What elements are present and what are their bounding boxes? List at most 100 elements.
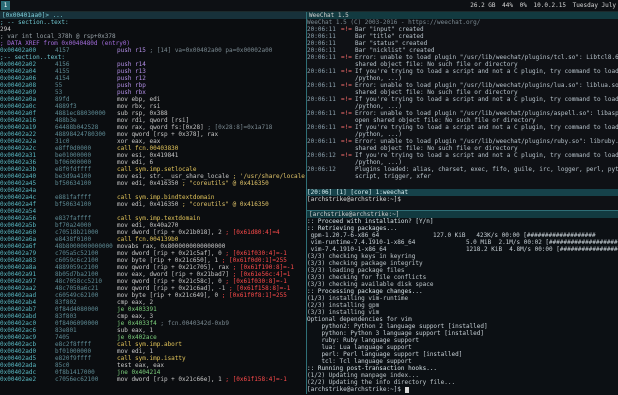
disasm-row[interactable]: 0x00402a19 64488b042528 mov rax, qword fs:… [0,124,306,131]
disasm-row[interactable]: 0x00402a5b bf70a24000 mov edi, 0x40a270 [0,222,306,229]
disasm-address: 0x00402a16 [0,117,37,124]
terminal-line: (1/3) installing vim-runtime [307,295,409,302]
disasm-row[interactable]: 0x00402a56 e837faffff call sym.imp.textdom… [0,215,306,222]
disasm-row[interactable]: 0x00402a08 55 push rbp [0,82,306,89]
disasm-row[interactable]: 0x00402aa2 48c7050a6c21 mov qword [rip + 0… [0,285,306,292]
disasm-row[interactable]: 0x00402a54 [0,208,306,215]
disasm-row[interactable]: 0x00402a4c e881faffff call sym.imp.bindtex… [0,194,306,201]
disasm-instruction: mov byte [rip + 0x21c650], 1 [117,257,219,264]
disasm-comment: ; [0x61f190:8]=-1 [232,264,295,271]
disasm-instruction: call sym.imp.textdomain [117,215,201,222]
r2-disassembly-pane[interactable]: [0x00401aa0]> ... ; -- section..text: 294… [0,12,307,394]
disasm-row[interactable]: 0x00402a83 c6059c6c2100 mov byte [rip + 0x… [0,257,306,264]
disasm-row[interactable]: 0x00402a45 bf50634100 mov edi, 0x416350 ; … [0,180,306,187]
disasm-address: 0x00402ab7 [0,306,37,313]
load-usage: 0% [519,2,527,9]
disasm-address: 0x00402a83 [0,257,37,264]
disasm-row[interactable]: 0x00402a3b e8f0fdffff call sym.imp.setloca… [0,166,306,173]
message-text: shared object file: No such file or dire… [355,89,518,96]
disasm-row[interactable]: 0x00402ad5 e820f9ffff call sym.imp.isatty [0,355,306,362]
weechat-message: 20:06:11 =!= If you're trying to load a sc… [307,68,618,75]
disasm-row[interactable]: 0x00402a0f 4881ec88030000 sub rsp, 0x388 [0,110,306,117]
disasm-row[interactable]: 0x00402aad c60549c62100 mov byte [rip + 0x… [0,292,306,299]
disasm-row[interactable]: 0x00402adc 0f8b1417000 jne 0x404214 [0,369,306,376]
disasm-row[interactable]: 0x00402ac9 7405 je 0x402ace [0,334,306,341]
disasm-address: 0x00402a02 [0,61,37,68]
disasm-row[interactable]: 0x00402ac0 0f8406090000 je 0x4033f4 ; fcn.… [0,320,306,327]
disasm-bytes: 48898424780300 [55,131,106,138]
disasm-instruction: mov edi, 0x416350 [117,201,179,208]
disasm-row[interactable]: 0x00402a4f bf50634100 mov edi, 0x416350 ; … [0,201,306,208]
disasm-bytes: e8438f0100 [55,236,92,243]
disasm-address: 0x00402a0a [0,96,37,103]
disasm-address: 0x00402a45 [0,180,37,187]
weechat-input[interactable]: [archstrike@archstrike:~]$ [307,196,401,203]
disasm-row[interactable]: 0x00402ab4 83f802 cmp eax, 2 [0,299,306,306]
disasm-row[interactable]: 0x00402a04 4155 push r13 [0,68,306,75]
message-time: 20:06:11 [307,138,336,145]
disasm-row[interactable]: 0x00402a8a 4889059c2100 mov qword [rip + 0… [0,264,306,271]
disasm-row[interactable]: 0x00402ac6 83e801 sub eax, 1 [0,327,306,334]
disasm-row[interactable]: 0x00402a60 c70518b21000 mov dword [rip + 0… [0,229,306,236]
disasm-row[interactable]: 0x00402a0c 4889f3 mov rbx, rsi [0,103,306,110]
disasm-instruction: mov edi, 6 [117,159,154,166]
disasm-address: ;-- section..text: [0,54,66,61]
disasm-row[interactable]: 0x00402a02 4156 push r14 [0,61,306,68]
disasm-row[interactable]: 0x00402a31 be01000000 mov esi, 0x419841 [0,152,306,159]
system-status: 26.2 GB 44% 0% 10.0.2.15 Tuesday July [467,2,616,9]
disasm-bytes: 48b8000000000000 [55,243,113,250]
disasm-instruction: mov edi, 1 [117,348,154,355]
disasm-address: 0x00402a8a [0,264,37,271]
disasm-row[interactable]: 0x00402a09 53 push rbx [0,89,306,96]
message-time: 20:06:11 [307,26,336,33]
disasm-row[interactable]: 0x00402a06 4154 push r12 [0,75,306,82]
disasm-row[interactable]: 0x00402a00 4157 push r15 ; [14] va=0x00402… [0,47,306,54]
disasm-row[interactable]: 0x00402a79 c705a5c52100 mov dword [rip + 0… [0,250,306,257]
disasm-bytes: 53 [55,89,63,96]
terminal-prompt[interactable]: [archstrike@archstrike:~]$ [307,386,618,393]
terminal-line: (3/3) checking keys in keyring [307,253,416,260]
terminal-line: (3/3) checking available disk space [307,281,434,288]
disasm-row[interactable]: 0x00402a40 be3d9a4100 mov esi, str.__usr_s… [0,173,306,180]
message-text: If you're trying to load a script and no… [355,96,618,103]
workspace-indicator[interactable]: 1 [1,1,10,10]
disasm-row[interactable]: 0x00402ab7 0f84d4080000 je 0x403391 [0,306,306,313]
disasm-row[interactable]: 0x00402ad0 bf01000000 mov edi, 1 [0,348,306,355]
disasm-row[interactable]: 0x00402a6f 48b8000000000000 movabs rax, 0x… [0,243,306,250]
disasm-row[interactable]: 0x00402a91 8b05d7ba2100 mov eax, dword [ri… [0,271,306,278]
disasm-address: 0x00402ad0 [0,348,37,355]
disasm-row[interactable]: 0x00402a2c e8ff0d0000 call fcn.00403830 [0,145,306,152]
disasm-row[interactable]: 0x00402a22 48898424780300 mov qword [rsp +… [0,131,306,138]
terminal-pane[interactable]: [archstrike@archstrike:~] :: Proceed wit… [307,210,618,395]
disasm-comment: ; [0x61e56c:4]=1 [232,271,291,278]
message-text: Error: unable to load plugin "/usr/lib/w… [355,110,618,117]
disasm-row[interactable]: 0x00402ada 85c0 test eax, eax [0,362,306,369]
message-prefix: =!= [341,82,352,89]
disasm-comment: ; "coreutils" @ 0x416350 [182,180,269,187]
weechat-pane[interactable]: WeeChat 1.5 WeeChat 1.5 (C) 2003-2016 - … [307,12,618,210]
disasm-row[interactable]: 0x00402a6a e8438f0100 call fcn.004139b0 [0,236,306,243]
disasm-row[interactable]: 0x00402a4a [0,187,306,194]
disasm-row[interactable]: 0x00402a36 bf06000000 mov edi, 6 [0,159,306,166]
disasm-row[interactable]: 0x00402a0a 89fd mov ebp, edi [0,96,306,103]
date-time: Tuesday July [572,2,616,9]
disasm-bytes: e820f9ffff [55,355,92,362]
disasm-row[interactable]: ;-- section..text: [0,54,306,61]
disasm-row[interactable]: 0x00402a16 488b3e mov rdi, qword [rsi] [0,117,306,124]
weechat-message: 20:06:11 =!= Error: unable to load plugin … [307,82,618,89]
disasm-row[interactable]: 0x00402acb e8c2f8ffff call sym.imp.abort [0,341,306,348]
disasm-row[interactable]: 0x00402a97 48c7058cc5210 mov qword [rip + … [0,278,306,285]
disasm-bytes: 4889059c2100 [55,264,99,271]
disasm-row[interactable]: 0x00402abd 83f803 cmp eax, 3 [0,313,306,320]
disasm-address: 0x00402a2c [0,145,37,152]
disasm-instruction: mov rax, qword fs:[0x28] [117,124,204,131]
disasm-row[interactable]: 0x00402a2a 31c0 xor eax, eax [0,138,306,145]
weechat-message: /python, ...) [307,75,618,82]
disasm-instruction: sub rsp, 0x388 [117,110,168,117]
weechat-message: script, trigger, xfer [307,173,618,180]
disasm-instruction: mov qword [rip + 0x21c58c], 0 [117,278,222,285]
weechat-message: 20:06:11 Bar "title" created [307,33,618,40]
terminal-line: (3/3) loading package files [307,267,405,274]
disasm-row[interactable]: 0x00402ae2 c7056ec62100 mov dword [rip + 0… [0,376,306,383]
disasm-instruction: call sym.imp.setlocale [117,166,197,173]
